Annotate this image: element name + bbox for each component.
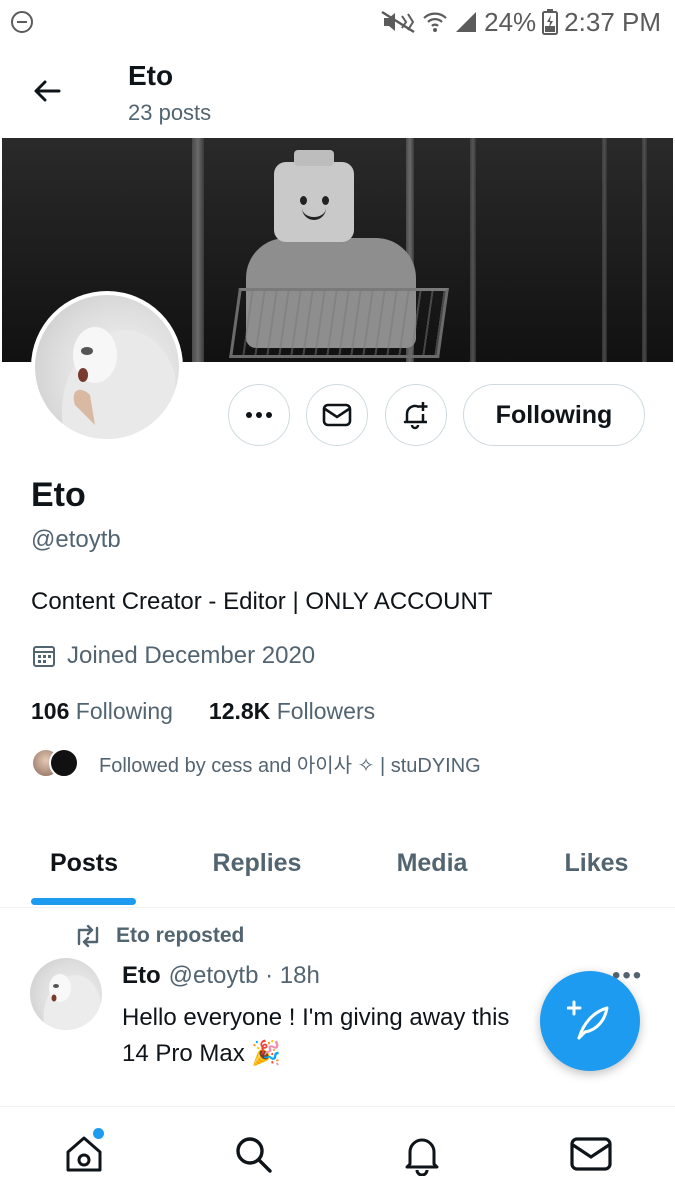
header-posts-count: 23 posts	[128, 100, 212, 125]
calendar-icon	[33, 646, 55, 667]
compose-post-button[interactable]	[540, 971, 640, 1071]
post-header: Eto @etoytb · 18h	[122, 962, 320, 990]
avatar-figure	[61, 327, 179, 439]
bottom-navigation	[0, 1106, 675, 1200]
search-icon	[236, 1136, 272, 1173]
active-tab-indicator	[31, 898, 136, 905]
profile-name: Eto	[31, 476, 86, 514]
status-right: 24% 2:37 PM	[380, 7, 661, 38]
post-author-name[interactable]: Eto	[122, 962, 161, 990]
nav-messages[interactable]	[551, 1114, 631, 1194]
back-button[interactable]	[28, 72, 66, 110]
envelope-icon	[322, 403, 352, 427]
followers-stat[interactable]: 12.8K Followers	[209, 698, 375, 725]
notification-dot	[93, 1127, 105, 1139]
bell-icon	[405, 1138, 439, 1176]
envelope-icon	[570, 1136, 612, 1171]
profile-joined: Joined December 2020	[31, 642, 315, 670]
following-button[interactable]: Following	[463, 384, 645, 446]
message-button[interactable]	[306, 384, 368, 446]
post-text: Hello everyone ! I'm giving away this 14…	[122, 1004, 510, 1067]
battery-percent: 24%	[484, 6, 537, 37]
repost-indicator: Eto reposted	[74, 924, 244, 948]
profile-stats: 106 Following 12.8K Followers	[31, 698, 375, 725]
arrow-left-icon	[34, 80, 61, 102]
compose-feather-icon	[567, 1000, 609, 1040]
followed-by-text: Followed by cess and 아이사 ✧ | stuDYING	[99, 754, 481, 777]
followed-by[interactable]: Followed by cess and 아이사 ✧ | stuDYING	[31, 748, 481, 778]
more-dots-icon	[246, 412, 272, 418]
post-author-meta: @etoytb · 18h	[168, 962, 320, 989]
following-label: Following	[75, 698, 173, 724]
mute-icon	[381, 10, 415, 34]
banner-shopping-cart	[229, 288, 449, 358]
more-options-button[interactable]	[228, 384, 290, 446]
joined-date: Joined December 2020	[67, 642, 316, 669]
do-not-disturb-icon	[11, 11, 33, 33]
avatar	[49, 748, 79, 778]
tab-likes[interactable]: Likes	[518, 820, 675, 907]
avatar-figure	[43, 974, 102, 1030]
followed-by-avatars	[31, 748, 79, 778]
followers-label: Followers	[276, 698, 376, 724]
banner-pole	[602, 138, 607, 362]
repost-icon	[77, 925, 99, 947]
banner-lego-head	[274, 150, 354, 242]
following-count: 106	[31, 698, 70, 724]
profile-handle: @etoytb	[31, 526, 121, 553]
profile-avatar[interactable]	[31, 291, 183, 443]
status-bar: 24% 2:37 PM	[0, 0, 675, 44]
battery-icon	[542, 9, 559, 35]
nav-notifications[interactable]	[382, 1114, 462, 1194]
profile-bio: Content Creator - Editor | ONLY ACCOUNT	[31, 588, 493, 615]
following-stat[interactable]: 106 Following	[31, 698, 173, 725]
followers-count: 12.8K	[208, 698, 271, 724]
status-left	[10, 10, 34, 34]
tab-media[interactable]: Media	[346, 820, 518, 907]
repost-label: Eto reposted	[116, 924, 245, 947]
profile-tabs: Posts Replies Media Likes	[0, 820, 675, 908]
post-avatar[interactable]	[30, 958, 102, 1030]
profile-header: Eto 23 posts	[0, 44, 675, 138]
signal-icon	[456, 12, 477, 32]
nav-home[interactable]	[44, 1114, 124, 1194]
nav-search[interactable]	[213, 1114, 293, 1194]
clock: 2:37 PM	[564, 6, 661, 37]
header-name: Eto	[128, 60, 174, 91]
banner-pole	[192, 138, 204, 362]
tab-posts[interactable]: Posts	[0, 820, 168, 907]
banner-pole	[642, 138, 647, 362]
tab-replies[interactable]: Replies	[168, 820, 346, 907]
bell-plus-icon	[403, 402, 428, 430]
notify-button[interactable]	[385, 384, 447, 446]
banner-pole	[470, 138, 476, 362]
wifi-icon	[423, 12, 447, 32]
